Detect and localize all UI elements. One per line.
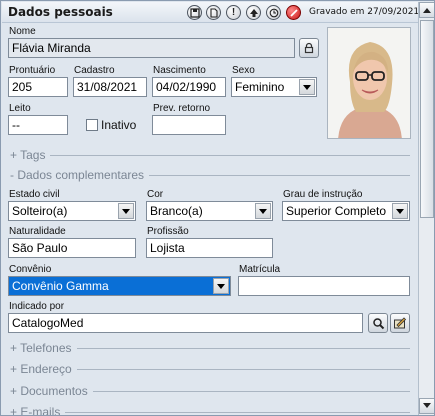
- nascimento-label: Nascimento: [153, 65, 206, 76]
- save-icon[interactable]: [187, 5, 202, 20]
- convenio-value: Convênio Gamma: [12, 279, 109, 293]
- alert-icon[interactable]: !: [226, 5, 241, 20]
- up-arrow-icon[interactable]: [246, 5, 261, 20]
- emails-section-label: + E-mails: [10, 405, 61, 416]
- scroll-up-button[interactable]: [419, 2, 434, 18]
- naturalidade-label: Naturalidade: [9, 226, 66, 237]
- prontuario-label: Prontuário: [9, 65, 56, 76]
- estado-civil-label: Estado civil: [9, 189, 60, 200]
- indicado-por-label: Indicado por: [9, 301, 65, 312]
- lock-icon: [304, 42, 314, 54]
- dados-complementares-section-label: - Dados complementares: [10, 168, 145, 182]
- grau-instrucao-label: Grau de instrução: [283, 189, 363, 200]
- tags-section-label: + Tags: [10, 148, 46, 162]
- dados-complementares-section-toggle[interactable]: - Dados complementares: [10, 168, 410, 182]
- grau-instrucao-select[interactable]: Superior Completo: [282, 201, 410, 221]
- nascimento-field[interactable]: 04/02/1990: [152, 77, 226, 97]
- leito-field[interactable]: --: [8, 115, 68, 135]
- prev-retorno-field[interactable]: [152, 115, 226, 135]
- cor-select[interactable]: Branco(a): [146, 201, 273, 221]
- vertical-scrollbar[interactable]: [418, 2, 434, 415]
- document-icon[interactable]: [206, 5, 221, 20]
- chevron-up-icon: [423, 8, 431, 13]
- estado-civil-select[interactable]: Solteiro(a): [8, 201, 136, 221]
- cadastro-field[interactable]: 31/08/2021: [73, 77, 147, 97]
- tags-section-toggle[interactable]: + Tags: [10, 148, 410, 162]
- endereco-section-label: + Endereço: [10, 362, 72, 376]
- patient-photo[interactable]: [327, 27, 411, 139]
- chevron-down-icon[interactable]: [392, 203, 408, 219]
- no-entry-icon[interactable]: [286, 5, 301, 20]
- lock-button[interactable]: [299, 38, 319, 58]
- matricula-field[interactable]: [238, 276, 410, 296]
- grau-instrucao-value: Superior Completo: [286, 204, 387, 218]
- prontuario-field[interactable]: 205: [8, 77, 68, 97]
- matricula-label: Matrícula: [239, 264, 281, 275]
- chevron-down-icon[interactable]: [255, 203, 271, 219]
- search-button[interactable]: [368, 313, 388, 333]
- scroll-down-button[interactable]: [419, 398, 434, 414]
- estado-civil-value: Solteiro(a): [12, 204, 68, 218]
- divider: [65, 411, 410, 413]
- emails-section-toggle[interactable]: + E-mails: [10, 405, 410, 416]
- panel-title: Dados pessoais: [8, 5, 113, 19]
- convenio-label: Convênio: [9, 264, 52, 275]
- profissao-field[interactable]: Lojista: [146, 238, 273, 258]
- saved-date-text: Gravado em 27/09/2021: [309, 7, 420, 17]
- divider: [76, 368, 410, 370]
- chevron-down-icon[interactable]: [118, 203, 134, 219]
- inativo-label: Inativo: [101, 118, 137, 132]
- leito-label: Leito: [9, 103, 31, 114]
- sexo-value: Feminino: [235, 80, 285, 94]
- sexo-label: Sexo: [232, 65, 255, 76]
- cadastro-label: Cadastro: [74, 65, 115, 76]
- documentos-section-label: + Documentos: [10, 384, 88, 398]
- naturalidade-field[interactable]: São Paulo: [8, 238, 136, 258]
- divider: [50, 154, 410, 156]
- chevron-down-icon[interactable]: [299, 79, 315, 95]
- convenio-select[interactable]: Convênio Gamma: [8, 276, 231, 296]
- cor-label: Cor: [147, 189, 164, 200]
- indicado-por-field[interactable]: CatalogoMed: [8, 313, 363, 333]
- nome-label: Nome: [9, 26, 36, 37]
- search-icon: [372, 317, 384, 329]
- sexo-select[interactable]: Feminino: [231, 77, 317, 97]
- chevron-down-icon[interactable]: [213, 278, 229, 294]
- endereco-section-toggle[interactable]: + Endereço: [10, 362, 410, 376]
- prev-retorno-label: Prev. retorno: [153, 103, 211, 114]
- patient-form-window: Dados pessoais ! Gravado em 27/09/2021 N…: [0, 0, 435, 416]
- chevron-down-icon: [423, 403, 431, 408]
- profissao-label: Profissão: [147, 226, 189, 237]
- edit-button[interactable]: [390, 313, 410, 333]
- clock-icon[interactable]: [266, 5, 281, 20]
- edit-icon: [394, 317, 407, 329]
- nome-field[interactable]: Flávia Miranda: [8, 38, 295, 58]
- panel-header: Dados pessoais ! Gravado em 27/09/2021: [2, 2, 420, 23]
- cor-value: Branco(a): [150, 204, 203, 218]
- inativo-checkbox[interactable]: [86, 119, 98, 131]
- scrollbar-thumb[interactable]: [420, 20, 434, 218]
- divider: [76, 347, 410, 349]
- telefones-section-label: + Telefones: [10, 341, 72, 355]
- documentos-section-toggle[interactable]: + Documentos: [10, 384, 410, 398]
- telefones-section-toggle[interactable]: + Telefones: [10, 341, 410, 355]
- divider: [92, 390, 410, 392]
- divider: [149, 174, 410, 176]
